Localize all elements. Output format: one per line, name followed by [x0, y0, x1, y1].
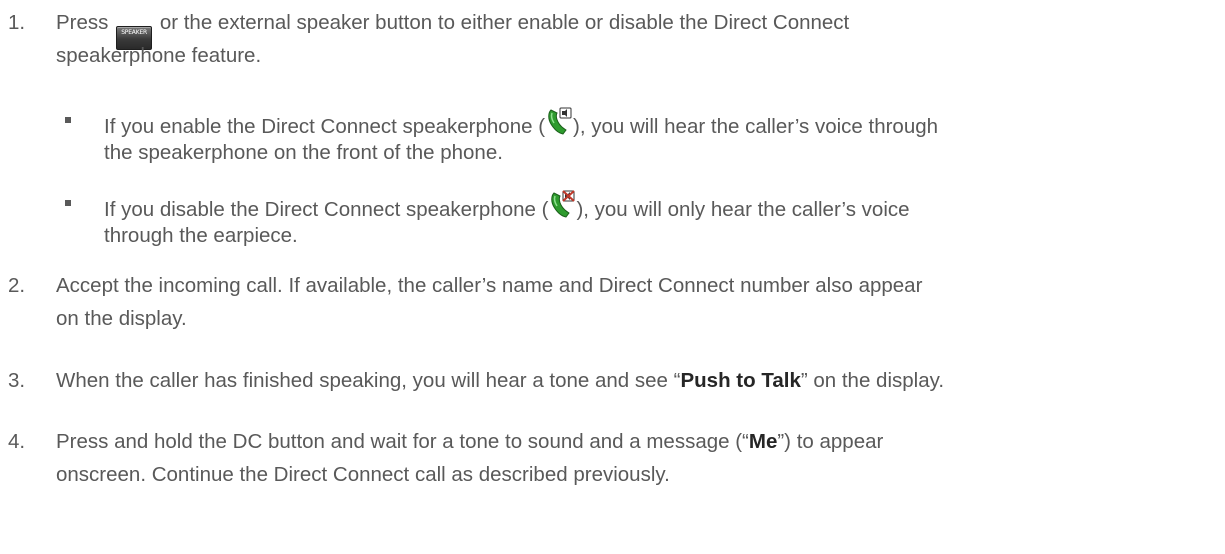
step-4-line-1: Press and hold the DC button and wait fo… [56, 429, 883, 455]
bullet-1-text-after: ), you will hear the caller’s voice thro… [573, 115, 939, 138]
dc-speaker-off-icon [551, 190, 576, 218]
step-3-text-after: ” on the display. [800, 369, 945, 392]
bullet-1-line-2: the speakerphone on the front of the pho… [104, 141, 503, 164]
step-2-number: 2. [8, 274, 26, 297]
bullet-2-text-before: If you disable the Direct Connect speake… [104, 198, 549, 221]
bullet-2-line-2: through the earpiece. [104, 224, 298, 247]
step-2-line-1: Accept the incoming call. If available, … [56, 274, 923, 297]
step-1-line-2: speakerphone feature. [56, 44, 262, 67]
step-4-text-before: Press and hold the DC button and wait fo… [56, 430, 749, 453]
step-1-press-text: Press [56, 11, 109, 34]
bullet-1-line-1: If you enable the Direct Connect speaker… [104, 107, 938, 140]
step-4-text-after: ”) to appear [777, 430, 884, 453]
step-2-line-2: on the display. [56, 307, 187, 330]
step-4-line-2: onscreen. Continue the Direct Connect ca… [56, 463, 670, 486]
bullet-2-line-1: If you disable the Direct Connect speake… [104, 190, 910, 223]
step-3-number: 3. [8, 369, 26, 392]
step-1-line-1-rest: or the external speaker button to either… [159, 11, 850, 34]
bullet-marker [65, 117, 71, 123]
dc-speaker-on-icon [548, 107, 572, 135]
step-4-number: 4. [8, 430, 26, 453]
bullet-1-text-before: If you enable the Direct Connect speaker… [104, 115, 546, 138]
step-3-line-1: When the caller has finished speaking, y… [56, 368, 944, 394]
bullet-2-text-after: ), you will only hear the caller’s voice [576, 198, 910, 221]
me-label: Me [748, 430, 778, 453]
step-1-number: 1. [8, 11, 26, 34]
step-3-text-before: When the caller has finished speaking, y… [56, 369, 681, 392]
bullet-marker [65, 200, 71, 206]
push-to-talk-label: Push to Talk [680, 369, 801, 392]
